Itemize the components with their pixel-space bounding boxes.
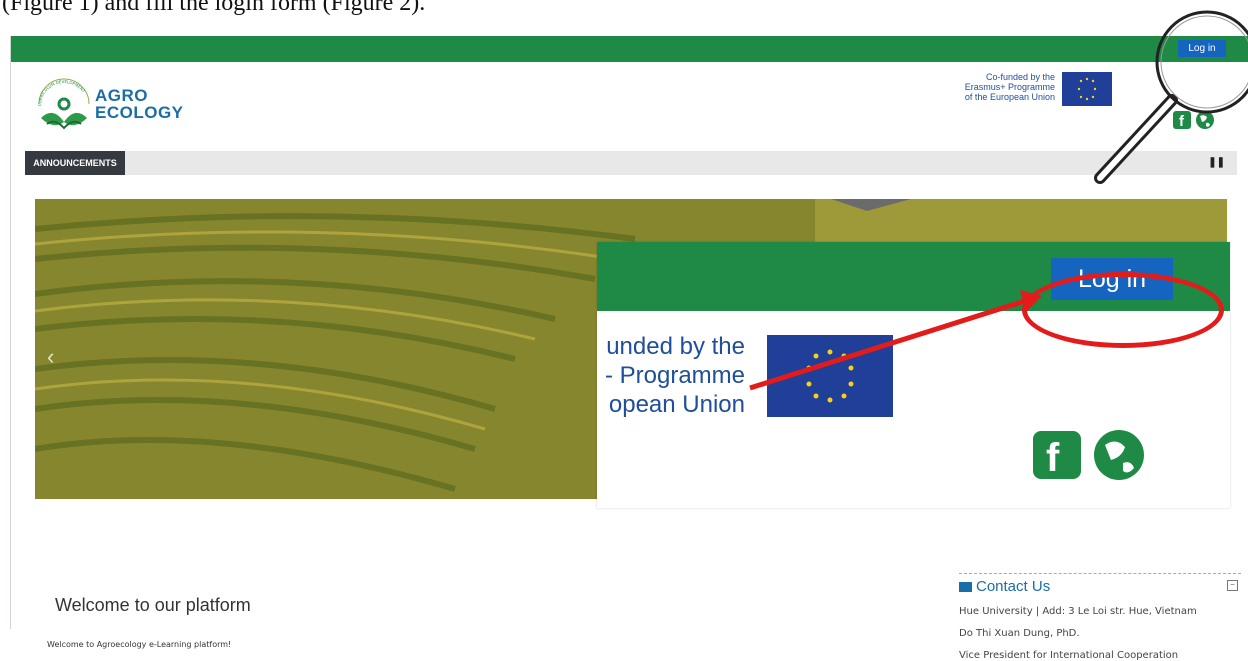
svg-text:f: f [1046, 436, 1060, 480]
welcome-text: Welcome to Agroecology e-Learning platfo… [47, 640, 232, 649]
website-screenshot: Log in CURRICULUM DEVELOPMENT AGRO ECOLO… [10, 36, 1248, 661]
contact-address: Hue University | Add: 3 Le Loi str. Hue,… [959, 606, 1197, 617]
eu-cofunded-text: Co-funded by the Erasmus+ Programme of t… [964, 72, 1055, 102]
site-logo[interactable]: CURRICULUM DEVELOPMENT AGRO ECOLOGY [35, 78, 185, 138]
agroecology-leaf-icon: CURRICULUM DEVELOPMENT [37, 78, 90, 130]
social-icons-zoomed: f [1029, 427, 1149, 482]
top-bar: Log in [11, 36, 1248, 62]
eu-flag-icon [1062, 72, 1112, 106]
pause-icon[interactable]: ❚❚ [1208, 157, 1225, 168]
carousel-prev-icon[interactable]: ‹ [47, 344, 54, 370]
svg-text:CURRICULUM DEVELOPMENT: CURRICULUM DEVELOPMENT [37, 79, 86, 106]
document-caption: (Figure 1) and fill the login form (Figu… [2, 0, 426, 16]
welcome-title: Welcome to our platform [55, 595, 251, 615]
announcement-bar: ANNOUNCEMENTS ❚❚ [25, 151, 1237, 175]
login-button[interactable]: Log in [1178, 40, 1226, 57]
contact-card-icon [959, 582, 972, 593]
logo-text-line2: ECOLOGY [95, 103, 184, 122]
contact-role: Vice President for International Coopera… [959, 650, 1179, 661]
collapse-icon[interactable]: − [1227, 580, 1238, 591]
login-highlight-circle [1022, 272, 1224, 348]
contact-us-block: Contact Us − Hue University | Add: 3 Le … [959, 573, 1241, 661]
logo-arc-text: CURRICULUM DEVELOPMENT [37, 79, 86, 106]
social-icons-small: f [1171, 109, 1221, 131]
contact-person: Do Thi Xuan Dung, PhD. [959, 628, 1080, 639]
zoom-eu-text: unded by the - Programme opean Union [604, 333, 745, 418]
eu-flag-icon-zoomed [767, 335, 893, 417]
contact-title: Contact Us [959, 578, 1241, 595]
announcements-tab[interactable]: ANNOUNCEMENTS [25, 151, 125, 175]
